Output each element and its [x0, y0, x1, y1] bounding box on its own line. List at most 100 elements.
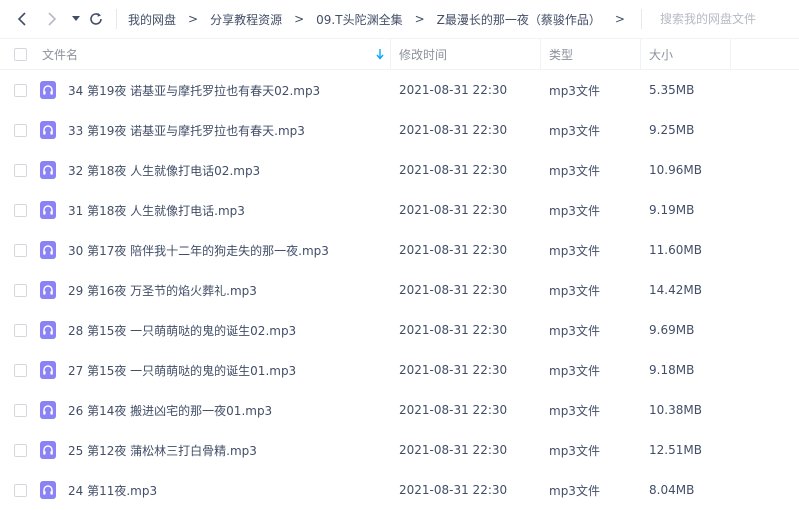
audio-file-icon [40, 401, 56, 419]
file-row[interactable]: 29 第16夜 万圣节的焰火葬礼.mp3 2021-08-31 22:30 mp… [0, 270, 799, 310]
breadcrumb: 我的网盘 > 分享教程资源 > 09.T头陀渊全集 > Z最漫长的那一夜（蔡骏作… [128, 0, 625, 38]
file-modified-time: 2021-08-31 22:30 [399, 403, 508, 417]
file-row[interactable]: 26 第14夜 搬进凶宅的那一夜01.mp3 2021-08-31 22:30 … [0, 390, 799, 430]
file-row[interactable]: 34 第19夜 诺基亚与摩托罗拉也有春天02.mp3 2021-08-31 22… [0, 70, 799, 110]
column-divider[interactable] [730, 39, 731, 69]
select-all-checkbox[interactable] [14, 48, 27, 61]
file-modified-time: 2021-08-31 22:30 [399, 443, 508, 457]
file-name[interactable]: 24 第11夜.mp3 [68, 470, 157, 510]
row-checkbox[interactable] [14, 444, 27, 457]
file-row[interactable]: 24 第11夜.mp3 2021-08-31 22:30 mp3文件 8.04M… [0, 470, 799, 510]
audio-file-icon [40, 241, 56, 259]
top-bar: 我的网盘 > 分享教程资源 > 09.T头陀渊全集 > Z最漫长的那一夜（蔡骏作… [0, 0, 799, 38]
file-modified-time: 2021-08-31 22:30 [399, 163, 508, 177]
audio-file-icon [40, 321, 56, 339]
file-name[interactable]: 30 第17夜 陪伴我十二年的狗走失的那一夜.mp3 [68, 230, 329, 270]
file-name[interactable]: 29 第16夜 万圣节的焰火葬礼.mp3 [68, 270, 257, 310]
file-type: mp3文件 [549, 283, 600, 298]
row-checkbox[interactable] [14, 284, 27, 297]
row-checkbox[interactable] [14, 404, 27, 417]
file-name[interactable]: 28 第15夜 一只萌萌哒的鬼的诞生02.mp3 [68, 310, 296, 350]
file-row[interactable]: 30 第17夜 陪伴我十二年的狗走失的那一夜.mp3 2021-08-31 22… [0, 230, 799, 270]
history-dropdown-button[interactable] [66, 9, 86, 29]
column-header-size[interactable]: 大小 [649, 39, 673, 69]
breadcrumb-separator: > [188, 12, 199, 26]
file-row[interactable]: 31 第18夜 人生就像打电话.mp3 2021-08-31 22:30 mp3… [0, 190, 799, 230]
breadcrumb-item-root[interactable]: 我的网盘 [128, 11, 176, 28]
back-button[interactable] [12, 9, 32, 29]
file-name[interactable]: 33 第19夜 诺基亚与摩托罗拉也有春天.mp3 [68, 110, 305, 150]
file-size: 9.19MB [649, 203, 695, 217]
column-divider[interactable] [540, 39, 541, 69]
forward-button[interactable] [42, 9, 62, 29]
file-size: 14.42MB [649, 283, 702, 297]
file-row[interactable]: 33 第19夜 诺基亚与摩托罗拉也有春天.mp3 2021-08-31 22:3… [0, 110, 799, 150]
audio-file-icon [40, 281, 56, 299]
audio-file-icon [40, 361, 56, 379]
file-modified-time: 2021-08-31 22:30 [399, 363, 508, 377]
row-checkbox[interactable] [14, 204, 27, 217]
file-size: 9.25MB [649, 123, 695, 137]
search-input[interactable] [660, 0, 795, 38]
file-type: mp3文件 [549, 483, 600, 498]
row-checkbox[interactable] [14, 84, 27, 97]
row-checkbox[interactable] [14, 164, 27, 177]
file-modified-time: 2021-08-31 22:30 [399, 483, 508, 497]
refresh-button[interactable] [86, 9, 106, 29]
file-name[interactable]: 25 第12夜 蒲松林三打白骨精.mp3 [68, 430, 257, 470]
chevron-left-icon [17, 12, 26, 26]
file-name[interactable]: 27 第15夜 一只萌萌哒的鬼的诞生01.mp3 [68, 350, 296, 390]
column-divider[interactable] [640, 39, 641, 69]
file-name[interactable]: 32 第18夜 人生就像打电话02.mp3 [68, 150, 260, 190]
chevron-right-icon [48, 12, 57, 26]
file-row[interactable]: 28 第15夜 一只萌萌哒的鬼的诞生02.mp3 2021-08-31 22:3… [0, 310, 799, 350]
column-divider[interactable] [390, 39, 391, 69]
audio-file-icon [40, 121, 56, 139]
file-type: mp3文件 [549, 123, 600, 138]
row-checkbox[interactable] [14, 364, 27, 377]
file-size: 9.69MB [649, 323, 695, 337]
breadcrumb-item-current[interactable]: Z最漫长的那一夜（蔡骏作品） [437, 11, 601, 28]
file-size: 8.04MB [649, 483, 695, 497]
audio-file-icon [40, 81, 56, 99]
file-modified-time: 2021-08-31 22:30 [399, 323, 508, 337]
audio-file-icon [40, 441, 56, 459]
file-modified-time: 2021-08-31 22:30 [399, 283, 508, 297]
column-header-modified[interactable]: 修改时间 [399, 39, 447, 69]
breadcrumb-item-collection[interactable]: 09.T头陀渊全集 [316, 11, 402, 28]
file-size: 5.35MB [649, 83, 695, 97]
file-row[interactable]: 27 第15夜 一只萌萌哒的鬼的诞生01.mp3 2021-08-31 22:3… [0, 350, 799, 390]
file-name[interactable]: 26 第14夜 搬进凶宅的那一夜01.mp3 [68, 390, 272, 430]
audio-file-icon [40, 201, 56, 219]
breadcrumb-separator: > [414, 12, 425, 26]
file-name[interactable]: 31 第18夜 人生就像打电话.mp3 [68, 190, 245, 230]
file-size: 9.18MB [649, 363, 695, 377]
row-checkbox[interactable] [14, 484, 27, 497]
audio-file-icon [40, 481, 56, 499]
file-modified-time: 2021-08-31 22:30 [399, 203, 508, 217]
column-header-name[interactable]: 文件名 [42, 39, 78, 69]
row-checkbox[interactable] [14, 244, 27, 257]
file-type: mp3文件 [549, 163, 600, 178]
file-name[interactable]: 34 第19夜 诺基亚与摩托罗拉也有春天02.mp3 [68, 70, 320, 110]
file-type: mp3文件 [549, 403, 600, 418]
breadcrumb-separator: > [614, 12, 625, 26]
breadcrumb-item-share[interactable]: 分享教程资源 [210, 11, 282, 28]
caret-down-icon [72, 16, 80, 21]
file-size: 12.51MB [649, 443, 702, 457]
file-size: 11.60MB [649, 243, 702, 257]
file-row[interactable]: 32 第18夜 人生就像打电话02.mp3 2021-08-31 22:30 m… [0, 150, 799, 190]
file-list-header: 文件名 修改时间 类型 大小 [0, 38, 799, 70]
file-row[interactable]: 25 第12夜 蒲松林三打白骨精.mp3 2021-08-31 22:30 mp… [0, 430, 799, 470]
file-modified-time: 2021-08-31 22:30 [399, 123, 508, 137]
file-size: 10.96MB [649, 163, 702, 177]
file-modified-time: 2021-08-31 22:30 [399, 83, 508, 97]
toolbar-divider [116, 9, 117, 29]
audio-file-icon [40, 161, 56, 179]
file-type: mp3文件 [549, 243, 600, 258]
column-header-type[interactable]: 类型 [549, 39, 573, 69]
row-checkbox[interactable] [14, 124, 27, 137]
file-size: 10.38MB [649, 403, 702, 417]
row-checkbox[interactable] [14, 324, 27, 337]
sort-descending-icon[interactable] [375, 48, 385, 60]
